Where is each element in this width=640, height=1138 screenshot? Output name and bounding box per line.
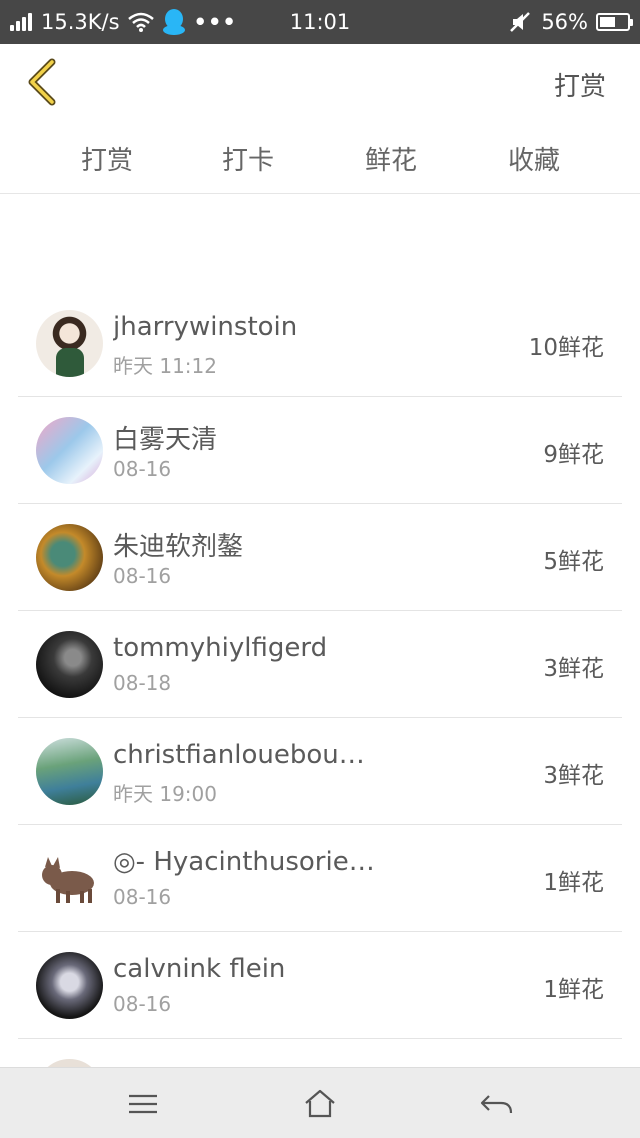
user-name: 朱迪软剂鏊 (113, 532, 244, 562)
avatar (36, 310, 103, 377)
mute-icon (510, 12, 531, 32)
reward-action-button[interactable]: 打赏 (554, 66, 606, 103)
user-name: calvnink flein (113, 954, 286, 984)
flower-count: 3鲜花 (543, 656, 604, 682)
tab-reward[interactable]: 打赏 (47, 140, 167, 177)
user-name: 白雾天清 (113, 425, 218, 455)
tab-label: 打卡 (221, 146, 274, 176)
item-date: 08-16 (113, 457, 172, 481)
flower-count: 1鲜花 (543, 977, 604, 1003)
tab-label: 收藏 (507, 146, 560, 176)
flower-count: 1鲜花 (543, 870, 604, 896)
menu-button[interactable] (123, 1086, 163, 1122)
avatar (36, 952, 103, 1019)
avatar (36, 524, 103, 591)
back-button[interactable] (22, 58, 62, 106)
tab-checkin[interactable]: 打卡 (188, 140, 308, 177)
list-item[interactable]: 白雾天清 08-16 9鲜花 (18, 397, 622, 504)
header: 打赏 (0, 44, 640, 122)
back-nav-button[interactable] (477, 1086, 517, 1122)
flower-list: jharrywinstoin 昨天 11:12 10鲜花 白雾天清 08-16 … (18, 290, 622, 1138)
list-item[interactable]: christfianlouebou… 昨天 19:00 3鲜花 (18, 718, 622, 825)
chevron-left-icon (28, 58, 56, 106)
user-name: christfianlouebou… (113, 740, 365, 770)
tab-flowers[interactable]: 鲜花 (331, 140, 451, 177)
system-nav-bar (0, 1067, 640, 1138)
item-date: 08-16 (113, 564, 172, 588)
battery-icon (596, 13, 633, 31)
item-date: 昨天 19:00 (113, 782, 217, 806)
status-right: 56% (509, 0, 633, 44)
tab-favorites[interactable]: 收藏 (474, 140, 594, 177)
item-date: 昨天 11:12 (113, 354, 217, 378)
flower-count: 5鲜花 (543, 549, 604, 575)
status-bar: 15.3K/s ••• 11:01 56% (0, 0, 640, 44)
menu-icon (129, 1094, 157, 1114)
user-name: ◎- Hyacinthusorie… (113, 847, 373, 877)
cat-image (42, 857, 94, 903)
user-name: tommyhiylfigerd (113, 633, 328, 663)
avatar (36, 845, 103, 912)
home-icon (305, 1089, 335, 1118)
item-date: 08-18 (113, 671, 172, 695)
tab-label: 鲜花 (364, 146, 417, 176)
back-icon (480, 1095, 513, 1114)
avatar (36, 417, 103, 484)
tab-bar: 打赏 打卡 鲜花 收藏 (0, 122, 640, 194)
user-name: jharrywinstoin (113, 312, 298, 342)
home-button[interactable] (300, 1086, 340, 1122)
list-item[interactable]: jharrywinstoin 昨天 11:12 10鲜花 (18, 290, 622, 397)
avatar (36, 631, 103, 698)
list-item[interactable]: calvnink flein 08-16 1鲜花 (18, 932, 622, 1039)
avatar (36, 738, 103, 805)
item-date: 08-16 (113, 992, 172, 1016)
flower-count: 3鲜花 (543, 763, 604, 789)
battery-percent: 56% (541, 10, 588, 34)
flower-count: 9鲜花 (543, 442, 604, 468)
item-date: 08-16 (113, 885, 172, 909)
flower-count: 10鲜花 (528, 335, 604, 361)
list-item[interactable]: tommyhiylfigerd 08-18 3鲜花 (18, 611, 622, 718)
tab-label: 打赏 (80, 146, 133, 176)
list-item[interactable]: ◎- Hyacinthusorie… 08-16 1鲜花 (18, 825, 622, 932)
list-item[interactable]: 朱迪软剂鏊 08-16 5鲜花 (18, 504, 622, 611)
